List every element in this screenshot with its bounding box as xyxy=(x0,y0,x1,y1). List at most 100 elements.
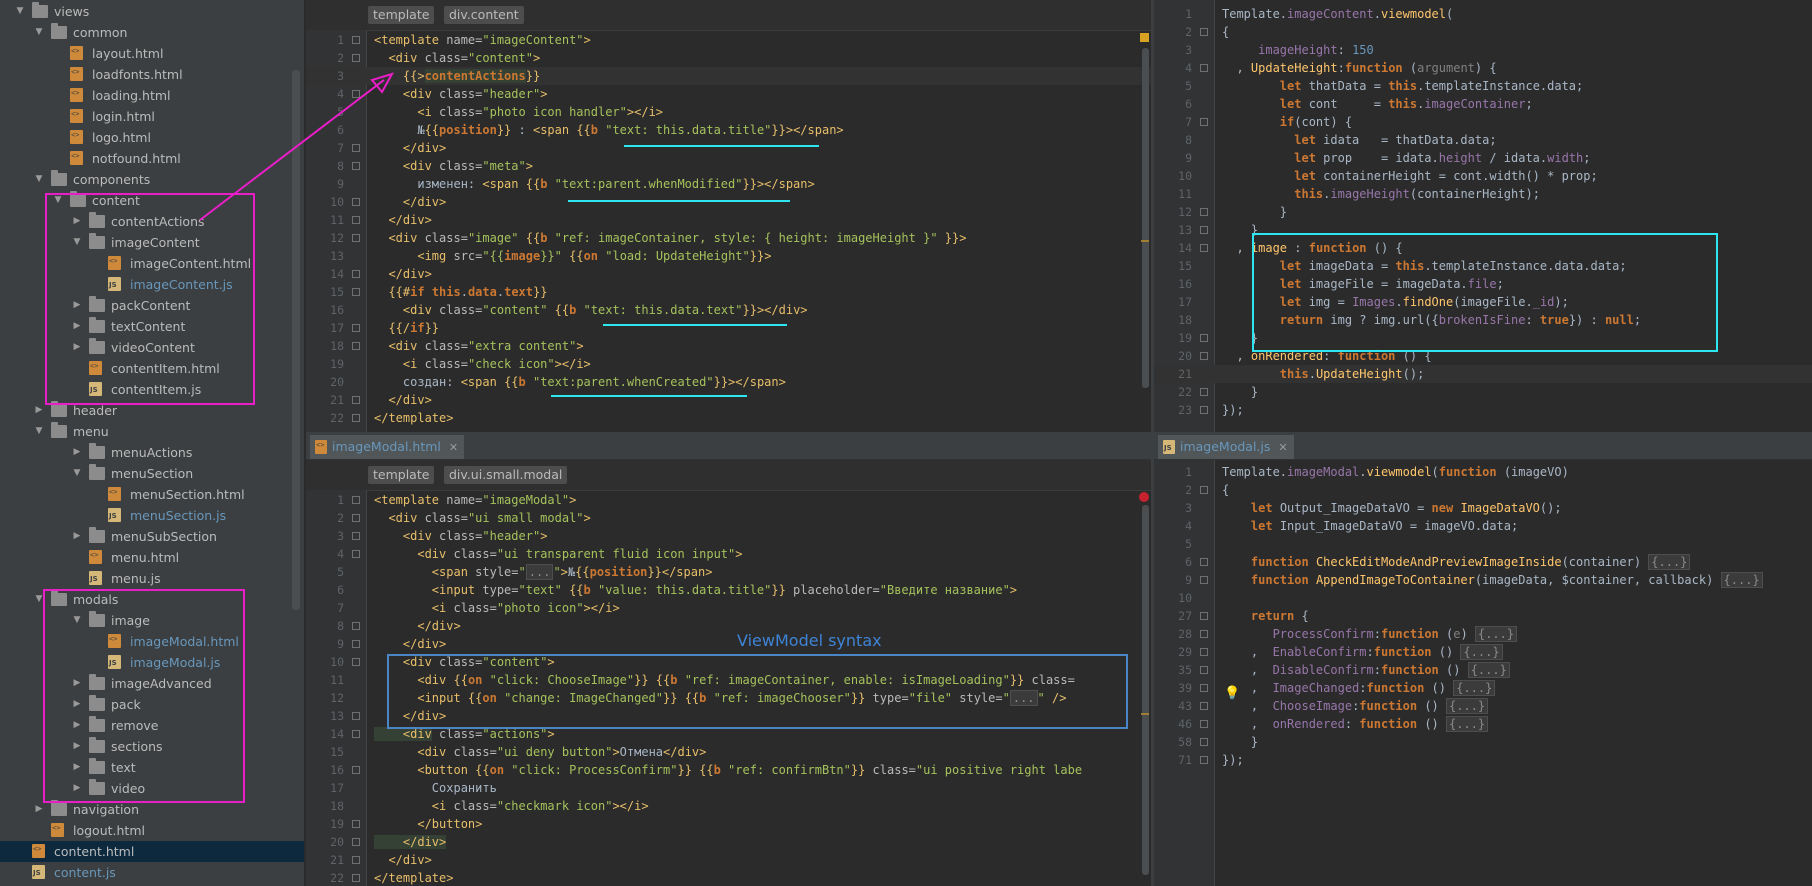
close-icon[interactable]: ✕ xyxy=(449,441,458,454)
fold-icon[interactable] xyxy=(1200,28,1208,36)
code-line[interactable]: 29 , EnableConfirm:function () {...} xyxy=(1154,643,1812,661)
code-line[interactable]: 2 <div class="content"> xyxy=(306,49,1151,67)
fold-icon[interactable] xyxy=(352,324,360,332)
fold-icon[interactable] xyxy=(1200,388,1208,396)
code-line[interactable]: 2{ xyxy=(1154,481,1812,499)
tab-imagemodal-html[interactable]: imageModal.html ✕ xyxy=(310,435,465,459)
code-line[interactable]: 3 let Output_ImageDataVO = new ImageData… xyxy=(1154,499,1812,517)
fold-icon[interactable] xyxy=(1200,334,1208,342)
code-line[interactable]: 9 </div> xyxy=(306,635,1151,653)
code-line[interactable]: 35 , DisableConfirm:function () {...} xyxy=(1154,661,1812,679)
chevron-right-icon[interactable]: ▶ xyxy=(33,400,45,421)
code-line[interactable]: 71}); xyxy=(1154,751,1812,769)
code-line[interactable]: 5 let thatData = this.templateInstance.d… xyxy=(1154,77,1812,95)
fold-icon[interactable] xyxy=(1200,208,1208,216)
fold-icon[interactable] xyxy=(1200,576,1208,584)
breadcrumb-item[interactable]: div.content xyxy=(444,6,524,24)
code-line[interactable]: 1 Template.imageModal.viewmodel(function … xyxy=(1154,463,1812,481)
tree-folder[interactable]: ▼ menuSection xyxy=(0,463,304,484)
code-token[interactable]: {...} xyxy=(1453,680,1496,696)
fold-icon[interactable] xyxy=(352,550,360,558)
fold-icon[interactable] xyxy=(1200,720,1208,728)
code-line[interactable]: 18 <div class="extra content"> xyxy=(306,337,1151,355)
fold-icon[interactable] xyxy=(352,640,360,648)
chevron-down-icon[interactable]: ▼ xyxy=(14,1,26,22)
code-line[interactable]: 6 <input type="text" {{b "value: this.da… xyxy=(306,581,1151,599)
tree-scrollbar[interactable] xyxy=(292,70,300,610)
fold-icon[interactable] xyxy=(1200,630,1208,638)
chevron-down-icon[interactable]: ▼ xyxy=(33,22,45,43)
code-line[interactable]: 1 <template name="imageContent"> xyxy=(306,31,1151,49)
code-line[interactable]: 3 imageHeight: 150 xyxy=(1154,41,1812,59)
editor-imagecontent-html[interactable]: template div.content 1 <template name="im… xyxy=(306,0,1151,432)
tree-file[interactable]: layout.html xyxy=(0,43,304,64)
fold-icon[interactable] xyxy=(352,730,360,738)
tree-folder[interactable]: ▼ components xyxy=(0,169,304,190)
fold-icon[interactable] xyxy=(352,216,360,224)
code-line[interactable]: 20 создан: <span {{b "text:parent.whenCr… xyxy=(306,373,1151,391)
code-line[interactable]: 16 <button {{on "click: ProcessConfirm"}… xyxy=(306,761,1151,779)
fold-icon[interactable] xyxy=(352,532,360,540)
code-line[interactable]: 6 let cont = this.imageContainer; xyxy=(1154,95,1812,113)
code-line[interactable]: 6 №{{position}} : <span {{b "text: this.… xyxy=(306,121,1151,139)
code-line[interactable]: 15 {{#if this.data.text}} xyxy=(306,283,1151,301)
fold-icon[interactable] xyxy=(352,162,360,170)
code-line[interactable]: 43 , ChooseImage:function () {...} xyxy=(1154,697,1812,715)
code-line[interactable]: 3 <div class="header"> xyxy=(306,527,1151,545)
fold-icon[interactable] xyxy=(352,496,360,504)
tree-file[interactable]: content.html xyxy=(0,841,304,862)
fold-icon[interactable] xyxy=(352,36,360,44)
fold-icon[interactable] xyxy=(1200,648,1208,656)
fold-icon[interactable] xyxy=(352,90,360,98)
code-line[interactable]: 6 function CheckEditModeAndPreviewImageI… xyxy=(1154,553,1812,571)
fold-icon[interactable] xyxy=(352,54,360,62)
editor-imagecontent-js[interactable]: 1 Template.imageContent.viewmodel(2{3 ima… xyxy=(1154,0,1812,432)
tree-folder[interactable]: ▶ menuSubSection xyxy=(0,526,304,547)
fold-icon[interactable] xyxy=(352,766,360,774)
code-line[interactable]: 2 <div class="ui small modal"> xyxy=(306,509,1151,527)
fold-icon[interactable] xyxy=(352,396,360,404)
code-token[interactable]: {...} xyxy=(1460,644,1503,660)
code-line[interactable]: 5 xyxy=(1154,535,1812,553)
fold-icon[interactable] xyxy=(1200,666,1208,674)
fold-icon[interactable] xyxy=(1200,244,1208,252)
editor-imagemodal-js[interactable]: imageModal.js ✕ 1 Template.imageModal.view… xyxy=(1154,435,1812,886)
code-line[interactable]: 7 </div> xyxy=(306,139,1151,157)
chevron-down-icon[interactable]: ▼ xyxy=(33,169,45,190)
code-line[interactable]: 15 <div class="ui deny button">Отмена</d… xyxy=(306,743,1151,761)
editor-scrollbar[interactable] xyxy=(1142,505,1149,875)
fold-icon[interactable] xyxy=(352,838,360,846)
code-token[interactable]: {...} xyxy=(1648,554,1691,570)
code-line[interactable]: 10 let containerHeight = cont.width() * … xyxy=(1154,167,1812,185)
fold-icon[interactable] xyxy=(352,144,360,152)
tree-file[interactable]: logout.html xyxy=(0,820,304,841)
lightbulb-icon[interactable]: 💡 xyxy=(1224,686,1240,701)
code-token[interactable]: {...} xyxy=(1467,662,1510,678)
chevron-right-icon[interactable]: ▶ xyxy=(71,442,83,463)
code-line[interactable]: 1 <template name="imageModal"> xyxy=(306,491,1151,509)
code-line[interactable]: 4 let Input_ImageDataVO = imageVO.data; xyxy=(1154,517,1812,535)
code-line[interactable]: 12 } xyxy=(1154,203,1812,221)
code-line[interactable]: 21 </div> xyxy=(306,851,1151,869)
tree-file[interactable]: loadfonts.html xyxy=(0,64,304,85)
code-line[interactable]: 23}); xyxy=(1154,401,1812,419)
fold-icon[interactable] xyxy=(352,514,360,522)
code-line[interactable]: 1 Template.imageContent.viewmodel( xyxy=(1154,5,1812,23)
code-token[interactable]: ... xyxy=(525,564,554,580)
fold-icon[interactable] xyxy=(352,414,360,422)
code-line[interactable]: 22 } xyxy=(1154,383,1812,401)
fold-icon[interactable] xyxy=(352,820,360,828)
close-icon[interactable]: ✕ xyxy=(1278,441,1287,454)
tree-file[interactable]: loading.html xyxy=(0,85,304,106)
tree-file[interactable]: menu.html xyxy=(0,547,304,568)
tree-folder[interactable]: ▶ menuActions xyxy=(0,442,304,463)
fold-icon[interactable] xyxy=(1200,684,1208,692)
tree-file[interactable]: logo.html xyxy=(0,127,304,148)
code-line[interactable]: 21 </div> xyxy=(306,391,1151,409)
fold-icon[interactable] xyxy=(352,234,360,242)
tree-file[interactable]: menuSection.html xyxy=(0,484,304,505)
fold-icon[interactable] xyxy=(1200,486,1208,494)
tab-imagemodal-js[interactable]: imageModal.js ✕ xyxy=(1158,435,1294,459)
code-line[interactable]: 20 </div> xyxy=(306,833,1151,851)
code-line[interactable]: 3 {{>contentActions}} xyxy=(306,67,1151,85)
